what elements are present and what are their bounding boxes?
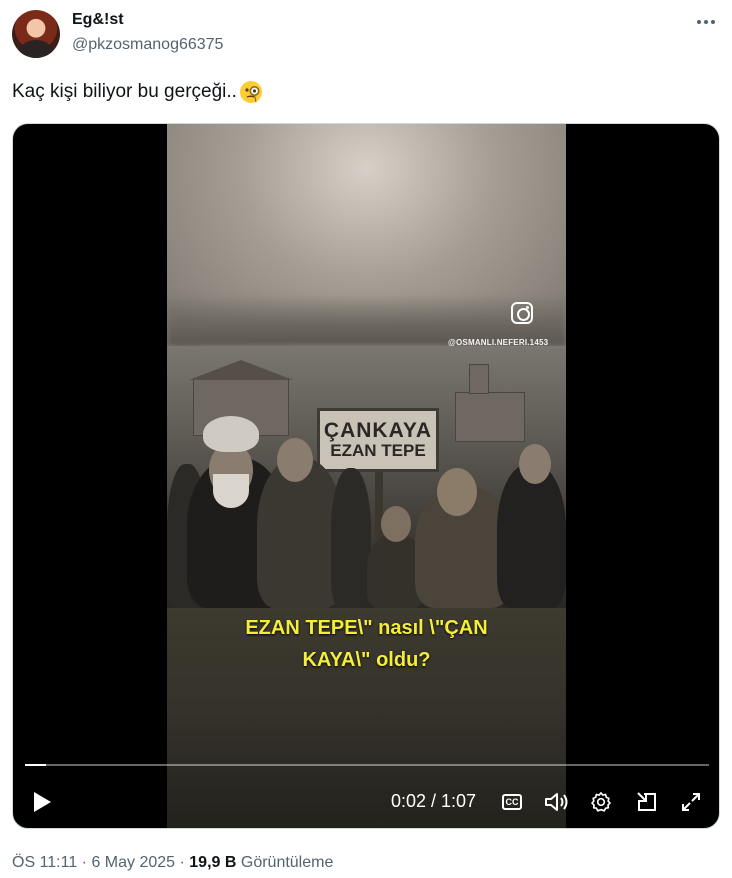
captions-button[interactable]: CC	[499, 788, 525, 816]
user-handle[interactable]: @pkzosmanog66375	[72, 36, 223, 54]
person-face	[437, 468, 477, 516]
church	[455, 392, 525, 442]
person-turban	[203, 416, 259, 452]
fullscreen-icon	[682, 793, 700, 811]
fullscreen-button[interactable]	[679, 788, 703, 816]
sign-line1: ÇANKAYA	[323, 419, 433, 443]
play-icon	[34, 792, 51, 812]
church-tower	[469, 364, 489, 394]
timestamp[interactable]: ÖS 11:11 · 6 May 2025 ·	[12, 854, 189, 871]
picture-in-picture-button[interactable]	[635, 788, 659, 816]
person-face	[519, 444, 551, 484]
person-face	[277, 438, 313, 482]
face-with-monocle-icon	[239, 81, 262, 103]
person	[331, 468, 371, 608]
person-face	[381, 506, 411, 542]
progress-bar[interactable]	[25, 764, 709, 766]
village-sign: ÇANKAYA EZAN TEPE	[317, 408, 439, 472]
person-beard	[213, 474, 249, 508]
gear-icon	[591, 792, 611, 812]
volume-button[interactable]	[543, 788, 571, 816]
person	[497, 464, 566, 608]
closed-captions-icon: CC	[502, 794, 522, 810]
settings-button[interactable]	[589, 788, 613, 816]
caption-line1: EZAN TEPE\" nasıl \"ÇAN	[245, 617, 488, 639]
instagram-icon	[511, 302, 533, 324]
tweet-text: Kaç kişi biliyor bu gerçeği..	[12, 80, 263, 104]
sign-line2: EZAN TEPE	[330, 441, 426, 461]
pip-icon	[637, 792, 656, 811]
views-label: Görüntüleme	[236, 854, 334, 871]
video-player[interactable]: @OSMANLI.NEFERI.1453 ÇANKAYA EZAN TEPE E…	[12, 123, 720, 829]
play-button[interactable]	[29, 788, 55, 816]
avatar[interactable]	[12, 10, 60, 58]
video-frame[interactable]: @OSMANLI.NEFERI.1453 ÇANKAYA EZAN TEPE E…	[167, 124, 566, 828]
building-left-roof	[189, 360, 293, 380]
progress-fill	[25, 764, 47, 766]
speaker-icon	[545, 793, 568, 811]
tweet-text-body: Kaç kişi biliyor bu gerçeği..	[12, 81, 237, 102]
caption-line2: KAYA\" oldu?	[302, 649, 431, 671]
video-caption: EZAN TEPE\" nasıl \"ÇAN KAYA\" oldu?	[167, 612, 566, 676]
time-display: 0:02 / 1:07	[391, 791, 477, 811]
post-meta: ÖS 11:11 · 6 May 2025 · 19,9 B Görüntüle…	[12, 854, 333, 872]
more-options-icon[interactable]	[694, 12, 718, 32]
views-count: 19,9 B	[189, 854, 237, 871]
display-name[interactable]: Eg&!st	[72, 11, 124, 29]
video-scene: ÇANKAYA EZAN TEPE	[167, 346, 566, 608]
